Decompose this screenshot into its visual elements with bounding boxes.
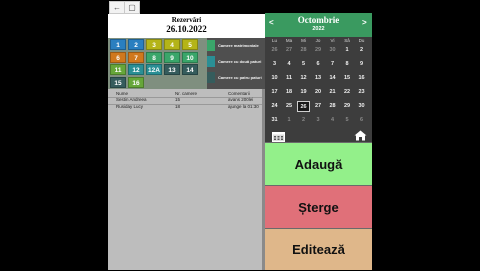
calendar-day[interactable]: 2 [297,115,310,126]
calendar-day[interactable]: 24 [268,101,281,112]
calendar-day[interactable]: 16 [355,73,368,84]
calendar-day[interactable]: 29 [312,45,325,56]
calendar-day[interactable]: 17 [268,87,281,98]
edit-button[interactable]: Editează [265,228,372,270]
legend-label: Camere matrimoniale [218,43,259,48]
page-date: 26.10.2022 [166,24,207,34]
calendar-day[interactable]: 13 [312,73,325,84]
calendar-day[interactable]: 27 [312,101,325,112]
room-9-button[interactable]: 9 [164,51,180,63]
calendar-day[interactable]: 6 [355,115,368,126]
add-button[interactable]: Adaugă [265,142,372,185]
calendar-day[interactable]: 20 [312,87,325,98]
calendar-day[interactable]: 21 [326,87,339,98]
home-icon[interactable] [354,128,367,141]
calendar-day[interactable]: 19 [297,87,310,98]
calendar-day[interactable]: 26 [297,101,310,112]
calendar-day[interactable]: 1 [283,115,296,126]
table-cell: 18 [175,103,181,109]
calendar-day[interactable]: 31 [268,115,281,126]
calendar-year: 2022 [312,26,325,32]
calendar-weekday: Lu [271,38,277,43]
calendar-day[interactable]: 27 [283,45,296,56]
calendar-day[interactable]: 18 [283,87,296,98]
calendar-day[interactable]: 28 [326,101,339,112]
calendar-day[interactable]: 3 [312,115,325,126]
table-cell: Rusiday Lucy [116,103,144,109]
room-12A-button[interactable]: 12A [146,64,162,75]
calendar-weekday: Vi [330,38,335,43]
page-title: Rezervări [171,16,202,24]
calendar-day[interactable]: 11 [283,73,296,84]
next-month-button[interactable]: > [362,18,367,27]
calendar-day[interactable]: 5 [341,115,354,126]
calendar-day[interactable]: 8 [341,59,354,70]
calendar-day[interactable]: 23 [355,87,368,98]
restore-button[interactable]: ▢ [124,1,140,14]
calendar-day[interactable]: 4 [326,115,339,126]
room-10-button[interactable]: 10 [182,51,198,63]
legend-swatch [207,56,215,67]
page-header: Rezervări 26.10.2022 [108,14,265,34]
calendar-month: Octombrie [297,15,340,25]
calendar-day[interactable]: 9 [355,59,368,70]
calendar-day[interactable]: 30 [355,101,368,112]
legend-swatch [207,40,215,51]
table-cell: 15 [175,97,181,102]
calendar-icon[interactable] [272,129,285,142]
room-7-button[interactable]: 7 [128,51,144,63]
legend-swatch [207,72,215,83]
calendar-day[interactable]: 5 [297,59,310,70]
room-6-button[interactable]: 6 [110,51,126,63]
vertical-scrollbar[interactable] [262,89,265,270]
calendar-day[interactable]: 25 [283,101,296,112]
room-16-button[interactable]: 16 [128,76,144,88]
calendar-day[interactable]: 7 [326,59,339,70]
reservations-table [108,89,265,270]
calendar-day[interactable]: 22 [341,87,354,98]
room-5-button[interactable]: 5 [182,39,198,50]
calendar-day[interactable]: 14 [326,73,339,84]
room-8-button[interactable]: 8 [146,51,162,63]
calendar-day[interactable]: 2 [355,45,368,56]
calendar-header: < Octombrie 2022 > [265,13,372,37]
calendar-weekday: Jo [315,38,321,43]
back-button[interactable]: ← [109,1,125,14]
legend-label: Camere cu patru paturi [218,75,262,80]
calendar-weekday: Du [358,38,365,43]
calendar-weekday: Mi [301,38,306,43]
room-12-button[interactable]: 12 [128,64,144,75]
room-11-button[interactable]: 11 [110,64,126,75]
calendar-day[interactable]: 3 [268,59,281,70]
table-cell: avans 200lei [228,97,254,102]
calendar-day[interactable]: 1 [341,45,354,56]
table-cell: ajunge la 01:30 [228,103,259,109]
room-14-button[interactable]: 14 [182,64,198,75]
calendar-day[interactable]: 26 [268,45,281,56]
delete-button[interactable]: Șterge [265,185,372,228]
calendar-day[interactable]: 4 [283,59,296,70]
room-3-button[interactable]: 3 [146,39,162,50]
calendar-day[interactable]: 28 [297,45,310,56]
room-1-button[interactable]: 1 [110,39,126,50]
calendar-day[interactable]: 29 [341,101,354,112]
calendar-weekday: Ma [285,38,293,43]
calendar-day[interactable]: 15 [341,73,354,84]
calendar-weekday: Sâ [344,38,350,43]
calendar-day[interactable]: 30 [326,45,339,56]
room-15-button[interactable]: 15 [110,76,126,88]
room-2-button[interactable]: 2 [128,39,144,50]
calendar-day[interactable]: 6 [312,59,325,70]
room-13-button[interactable]: 13 [164,64,180,75]
table-cell: Sestin Andreea [116,97,147,102]
legend-label: Camere cu două paturi [218,59,262,64]
room-4-button[interactable]: 4 [164,39,180,50]
calendar-day[interactable]: 10 [268,73,281,84]
calendar-day[interactable]: 12 [297,73,310,84]
